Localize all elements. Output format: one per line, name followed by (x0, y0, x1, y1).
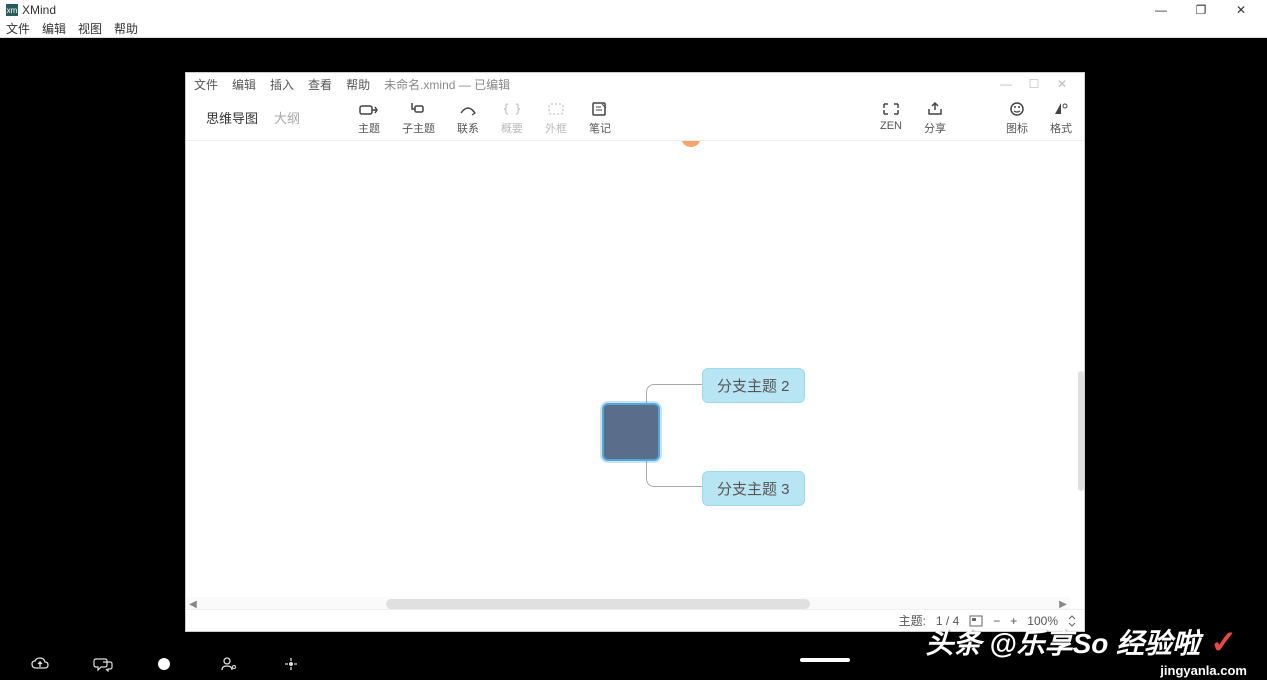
outer-menu-help[interactable]: 帮助 (114, 20, 138, 37)
inner-maximize-button[interactable]: ☐ (1020, 77, 1048, 91)
share-button[interactable]: 分享 (924, 100, 946, 136)
topic-label: 主题 (358, 120, 380, 136)
boundary-icon (546, 100, 566, 118)
relationship-label: 联系 (457, 120, 479, 136)
markers-button[interactable]: 图标 (1006, 100, 1028, 136)
scroll-thumb[interactable] (386, 599, 810, 609)
topic-icon (359, 100, 379, 118)
subtopic-label: 子主题 (402, 120, 435, 136)
inner-close-button[interactable]: ✕ (1048, 77, 1076, 91)
circle-icon[interactable] (156, 656, 174, 674)
tab-mindmap[interactable]: 思维导图 (198, 104, 266, 131)
share-icon (925, 100, 945, 118)
toolbar: 思维导图 大纲 主题 子主题 联系 概要 外框 (186, 95, 1084, 141)
outer-close-button[interactable]: ✕ (1221, 3, 1261, 17)
mindmap-canvas[interactable]: 分支主题 2 分支主题 3 ◀ ▶ (186, 141, 1084, 611)
subtopic-icon (409, 100, 429, 118)
notification-indicator (681, 141, 701, 147)
app-title: XMind (22, 3, 56, 17)
share-label: 分享 (924, 120, 946, 136)
zen-icon (881, 100, 901, 118)
central-topic[interactable] (602, 403, 660, 461)
notes-icon (590, 100, 610, 118)
inner-window: 文件 编辑 插入 查看 帮助 未命名.xmind — 已编辑 — ☐ ✕ 思维导… (185, 72, 1085, 632)
target-icon[interactable] (282, 656, 300, 674)
outer-menu-file[interactable]: 文件 (6, 20, 30, 37)
outer-menu-view[interactable]: 视图 (78, 20, 102, 37)
notes-button[interactable]: 笔记 (589, 100, 611, 136)
branch-topic-3[interactable]: 分支主题 3 (702, 471, 805, 506)
window-handle-indicator (800, 658, 850, 662)
boundary-label: 外框 (545, 120, 567, 136)
vertical-scrollbar[interactable] (1078, 371, 1084, 491)
notes-label: 笔记 (589, 120, 611, 136)
summary-button[interactable]: 概要 (501, 100, 523, 136)
inner-title-bar: 文件 编辑 插入 查看 帮助 未命名.xmind — 已编辑 — ☐ ✕ (186, 73, 1084, 95)
outer-menu-edit[interactable]: 编辑 (42, 20, 66, 37)
markers-icon (1007, 100, 1027, 118)
boundary-button[interactable]: 外框 (545, 100, 567, 136)
watermark-url: jingyanla.com (1160, 663, 1247, 678)
inner-minimize-button[interactable]: — (992, 77, 1020, 91)
topic-count-label: 主题: (899, 612, 926, 629)
summary-label: 概要 (501, 120, 523, 136)
markers-label: 图标 (1006, 120, 1028, 136)
subtopic-button[interactable]: 子主题 (402, 100, 435, 136)
format-icon (1051, 100, 1071, 118)
inner-menu-insert[interactable]: 插入 (270, 76, 294, 93)
zen-label: ZEN (880, 120, 902, 132)
watermark-text: 头条 @乐享So 经验啦 (926, 622, 1201, 662)
format-button[interactable]: 格式 (1050, 100, 1072, 136)
watermark-check-icon: ✓ (1210, 623, 1237, 661)
outer-maximize-button[interactable]: ❐ (1181, 3, 1221, 17)
outer-title-bar: xm XMind — ❐ ✕ (0, 0, 1267, 20)
chat-icon[interactable] (93, 656, 111, 674)
app-logo: xm (6, 4, 18, 16)
zen-button[interactable]: ZEN (880, 100, 902, 136)
format-label: 格式 (1050, 120, 1072, 136)
document-title: 未命名.xmind — 已编辑 (384, 76, 510, 93)
tab-outline[interactable]: 大纲 (266, 104, 308, 131)
inner-menu-help[interactable]: 帮助 (346, 76, 370, 93)
inner-menu-file[interactable]: 文件 (194, 76, 218, 93)
branch-topic-2[interactable]: 分支主题 2 (702, 368, 805, 403)
inner-menu-edit[interactable]: 编辑 (232, 76, 256, 93)
cloud-icon[interactable] (30, 656, 48, 674)
person-icon[interactable] (219, 656, 237, 674)
outer-menu-bar: 文件 编辑 视图 帮助 (0, 20, 1267, 38)
relationship-icon (458, 100, 478, 118)
summary-icon (502, 100, 522, 118)
inner-menu-view[interactable]: 查看 (308, 76, 332, 93)
topic-button[interactable]: 主题 (358, 100, 380, 136)
relationship-button[interactable]: 联系 (457, 100, 479, 136)
watermark: 头条 @乐享So 经验啦 ✓ (926, 622, 1237, 662)
outer-minimize-button[interactable]: — (1141, 3, 1181, 17)
